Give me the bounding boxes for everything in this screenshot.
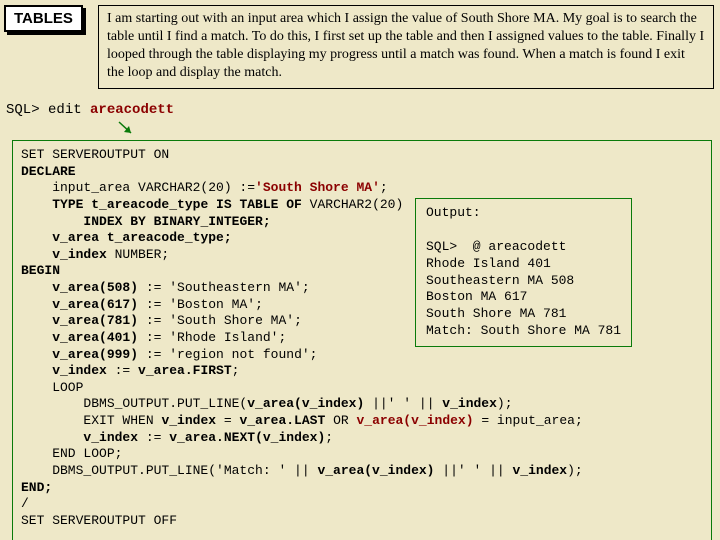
output-block: Output: SQL> @ areacodett Rhode Island 4…: [415, 198, 632, 347]
file-name: areacodett: [90, 102, 174, 118]
tables-badge: TABLES: [4, 5, 83, 32]
arrow-icon: [115, 120, 137, 138]
sql-prompt-line: SQL> edit areacodett: [6, 102, 174, 118]
edit-command: edit: [48, 102, 82, 118]
intro-text: I am starting out with an input area whi…: [98, 5, 714, 89]
sql-prompt: SQL>: [6, 102, 40, 118]
